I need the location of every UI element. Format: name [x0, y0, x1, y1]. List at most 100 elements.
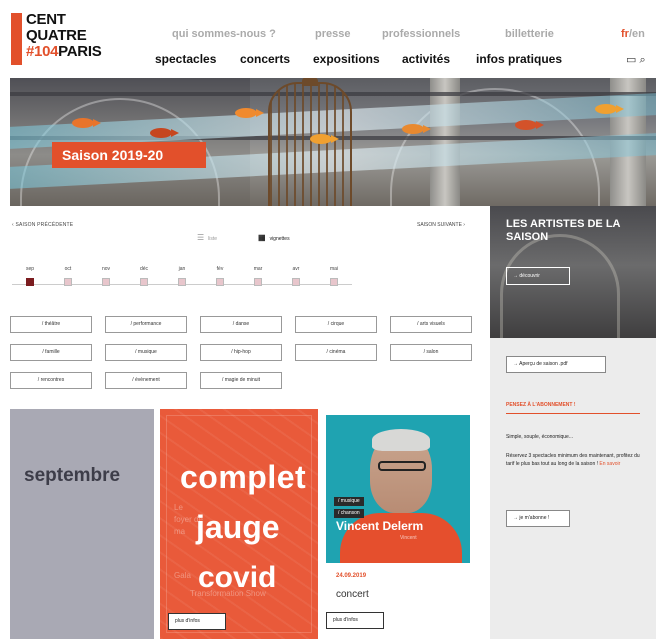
- artist-more-button[interactable]: plus d'infos: [326, 612, 384, 629]
- filter-cirque[interactable]: / cirque: [295, 316, 377, 333]
- month-apr[interactable]: avr: [284, 266, 308, 286]
- month-marker: [254, 278, 262, 286]
- month-marker: [292, 278, 300, 286]
- show-word-covid: covid: [198, 561, 277, 594]
- month-oct[interactable]: oct: [56, 266, 80, 286]
- filter-arts-visuels[interactable]: / arts visuels: [390, 316, 472, 333]
- promo-arch: [500, 234, 620, 338]
- month-nov[interactable]: nov: [94, 266, 118, 286]
- filter-rencontres[interactable]: / rencontres: [10, 372, 92, 389]
- filter-danse[interactable]: / danse: [200, 316, 282, 333]
- month-label: avr: [292, 266, 300, 272]
- discover-label: découvrir: [519, 273, 540, 279]
- month-label: nov: [101, 266, 111, 272]
- filter-magie-de-minuit[interactable]: / magie de minuit: [200, 372, 282, 389]
- nav-link-presse[interactable]: presse: [315, 28, 350, 40]
- nav-link-spectacles[interactable]: spectacles: [155, 52, 216, 66]
- nav-link-billetterie[interactable]: billetterie: [505, 28, 554, 40]
- subscribe-button[interactable]: → je m'abonne !: [506, 510, 570, 527]
- filter-cinema[interactable]: / cinéma: [295, 344, 377, 361]
- filter-hip-hop[interactable]: / hip-hop: [200, 344, 282, 361]
- month-marker: [102, 278, 110, 286]
- filter-musique[interactable]: / musique: [105, 344, 187, 361]
- goldfish: [515, 120, 544, 130]
- month-feb[interactable]: fév: [208, 266, 232, 286]
- nav-link-infos-pratiques[interactable]: infos pratiques: [476, 52, 562, 66]
- next-season-label: SAISON SUIVANTE: [417, 222, 462, 228]
- site-header: CENT QUATRE #104PARIS qui sommes-nous ? …: [0, 0, 656, 78]
- main-nav: spectacles concerts expositions activité…: [0, 52, 656, 68]
- grid-icon: ▦: [258, 233, 266, 242]
- goldfish: [310, 134, 339, 144]
- hero-pillar: [430, 78, 460, 206]
- filter-performance[interactable]: / performance: [105, 316, 187, 333]
- view-grid-label: vignettes: [269, 236, 290, 242]
- view-grid-toggle[interactable]: ▦ vignettes: [258, 233, 290, 242]
- month-marker: [140, 278, 148, 286]
- tag-musique[interactable]: / musique: [334, 497, 364, 506]
- season-pdf-label: Aperçu de saison .pdf: [519, 361, 568, 367]
- month-may[interactable]: mai: [322, 266, 346, 286]
- lang-en[interactable]: en: [632, 28, 645, 40]
- portrait-glasses: [378, 461, 426, 471]
- logo-line-2: QUATRE: [26, 27, 87, 44]
- discover-artists-button[interactable]: → découvrir: [506, 267, 570, 285]
- month-jan[interactable]: jan: [170, 266, 194, 286]
- month-marker: [216, 278, 224, 286]
- search-icon[interactable]: ⌕: [639, 54, 645, 66]
- filter-evenement[interactable]: / évènement: [105, 372, 187, 389]
- birdcage: [268, 82, 352, 206]
- nav-link-expositions[interactable]: expositions: [313, 52, 380, 66]
- goldfish: [402, 124, 431, 134]
- month-marker: [26, 278, 34, 286]
- filter-theatre[interactable]: / théâtre: [10, 316, 92, 333]
- view-list-toggle[interactable]: ☰ liste: [197, 233, 217, 242]
- logo-line-1: CENT: [26, 11, 66, 28]
- chevron-right-icon: ›: [461, 222, 465, 228]
- nav-link-concerts[interactable]: concerts: [240, 52, 290, 66]
- show-ghost-text: Le: [174, 503, 183, 512]
- month-marker: [64, 278, 72, 286]
- show-word-jauge: jauge: [196, 509, 280, 545]
- filter-famille[interactable]: / famille: [10, 344, 92, 361]
- subscription-text: Réservez 3 spectacles minimum des mainte…: [506, 452, 646, 468]
- season-pdf-button[interactable]: → Aperçu de saison .pdf: [506, 356, 606, 373]
- season-badge: Saison 2019-20: [52, 142, 206, 168]
- month-label: mai: [329, 266, 339, 272]
- nav-link-activites[interactable]: activités: [402, 52, 450, 66]
- month-marker: [178, 278, 186, 286]
- month-mar[interactable]: mar: [246, 266, 270, 286]
- month-marker: [330, 278, 338, 286]
- sidebar-panel: [490, 338, 656, 639]
- month-label: mar: [253, 266, 263, 272]
- nav-link-qui-sommes-nous[interactable]: qui sommes-nous ?: [172, 28, 276, 40]
- event-type: concert: [336, 589, 369, 600]
- month-sep[interactable]: sep: [18, 266, 42, 286]
- month-card-label: septembre: [24, 465, 121, 486]
- month-dec[interactable]: déc: [132, 266, 156, 286]
- language-switch: fr/en: [621, 28, 645, 40]
- show-more-button[interactable]: plus d'infos: [168, 613, 226, 630]
- month-label: jan: [178, 266, 186, 272]
- list-icon: ☰: [197, 233, 205, 242]
- subscribe-label: je m'abonne !: [519, 515, 550, 521]
- goldfish: [235, 108, 264, 118]
- previous-season-label: SAISON PRÉCÉDENTE: [15, 222, 74, 228]
- subscription-more-link[interactable]: En savoir: [599, 461, 620, 467]
- portrait-hair: [372, 429, 430, 451]
- artist-subtitle: Vincent: [400, 535, 417, 541]
- show-ghost-text: Gala: [174, 571, 191, 580]
- month-label: sep: [25, 266, 35, 272]
- lang-fr[interactable]: fr: [621, 28, 629, 40]
- calendar-icon[interactable]: ▭: [626, 54, 636, 66]
- tag-chanson[interactable]: / chanson: [334, 509, 364, 518]
- next-season-link[interactable]: SAISON SUIVANTE ›: [417, 222, 465, 228]
- artist-card-image[interactable]: / musique / chanson Vincent Delerm Vince…: [326, 415, 470, 563]
- nav-link-professionnels[interactable]: professionnels: [382, 28, 460, 40]
- subscription-divider: [506, 413, 640, 414]
- subscription-title: PENSEZ À L'ABONNEMENT !: [506, 402, 576, 408]
- show-ghost-text: ma: [174, 527, 186, 536]
- show-card[interactable]: Le foyer de ma Gala Transformation Show …: [160, 409, 318, 639]
- previous-season-link[interactable]: ‹ SAISON PRÉCÉDENTE: [12, 222, 73, 228]
- filter-salon[interactable]: / salon: [390, 344, 472, 361]
